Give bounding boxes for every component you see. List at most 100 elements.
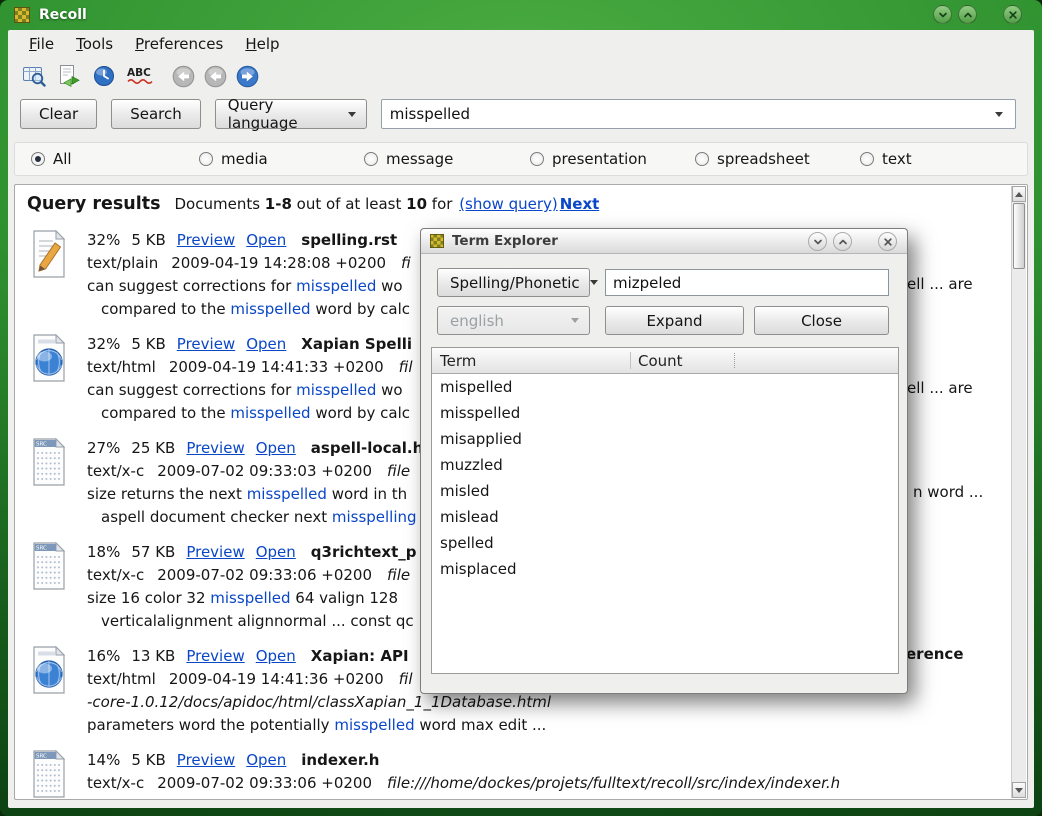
dialog-controls [808, 232, 897, 251]
snippet-text: can suggest corrections for [87, 277, 296, 295]
snippet-fragment: erence [906, 645, 964, 663]
window-title: Recoll [39, 7, 87, 23]
svg-text:SRC: SRC [36, 754, 47, 760]
term-row[interactable]: mispelled [432, 374, 898, 400]
term-row[interactable]: mislead [432, 504, 898, 530]
preview-link[interactable]: Preview [186, 439, 244, 457]
open-link[interactable]: Open [246, 335, 286, 353]
filter-radio-all[interactable]: All [31, 150, 72, 168]
chevron-down-icon [590, 280, 598, 285]
show-query-link[interactable]: (show query) [459, 195, 558, 213]
relevance-percent: 16% [87, 647, 120, 665]
filter-radio-spreadsheet[interactable]: spreadsheet [695, 150, 810, 168]
filter-radio-presentation[interactable]: presentation [530, 150, 647, 168]
close-icon[interactable] [878, 232, 897, 251]
snippet-fragment: n word ... [913, 483, 983, 501]
result-item: SRC14%5 KBPreviewOpenindexer.htext/x-c20… [27, 749, 1005, 799]
file-size: 5 KB [131, 751, 165, 769]
filter-radio-message[interactable]: message [364, 150, 453, 168]
scroll-down-button[interactable] [1012, 782, 1026, 798]
preview-link[interactable]: Preview [177, 751, 235, 769]
filter-radio-media[interactable]: media [199, 150, 268, 168]
results-scrollbar[interactable] [1011, 186, 1026, 798]
roll-down-icon[interactable] [933, 5, 952, 24]
open-link[interactable]: Open [256, 543, 296, 561]
result-meta: text/x-c2009-07-02 09:33:06 +0200file://… [87, 772, 1005, 795]
snippet-fragment: ell ... are [907, 275, 973, 293]
term-row[interactable]: muzzled [432, 452, 898, 478]
term-row[interactable]: misplaced [432, 556, 898, 582]
term-column-header[interactable]: Term [440, 348, 476, 374]
open-link[interactable]: Open [246, 751, 286, 769]
roll-up-icon[interactable] [958, 5, 977, 24]
chevron-down-icon[interactable] [995, 112, 1003, 117]
clock-icon[interactable] [92, 64, 116, 88]
open-link[interactable]: Open [256, 439, 296, 457]
search-button[interactable]: Search [111, 99, 201, 129]
term-row[interactable]: misapplied [432, 426, 898, 452]
open-link[interactable]: Open [246, 231, 286, 249]
svg-text:ABC: ABC [127, 67, 151, 79]
doc-url: file:///home/dockes/projets/fulltext/rec… [387, 774, 840, 792]
expansion-mode-combo[interactable]: Spelling/Phonetic [437, 268, 590, 297]
file-size: 5 KB [131, 231, 165, 249]
open-link[interactable]: Open [256, 647, 296, 665]
close-icon[interactable] [1003, 5, 1022, 24]
preview-link[interactable]: Preview [186, 647, 244, 665]
spellcheck-icon[interactable]: ABC [127, 64, 154, 88]
search-entry-combo[interactable] [381, 99, 1016, 129]
menu-help[interactable]: Help [236, 32, 288, 56]
file-size: 5 KB [131, 335, 165, 353]
search-query-input[interactable] [382, 105, 995, 123]
term-row[interactable]: misled [432, 478, 898, 504]
result-filename: Xapian: API [311, 647, 409, 665]
filter-label: spreadsheet [717, 150, 810, 168]
radio-icon [695, 152, 709, 166]
highlight-term: misspelled [230, 404, 310, 422]
snippet-text: aspell document checker next [101, 508, 332, 526]
term-row[interactable]: spelled [432, 530, 898, 556]
highlight-term: misspelling [332, 508, 417, 526]
back-icon [172, 65, 195, 88]
radio-icon [364, 152, 378, 166]
html-file-icon [27, 645, 73, 737]
summary-text: 1-8 [265, 195, 292, 213]
close-button[interactable]: Close [754, 306, 889, 335]
mime-type: text/plain [87, 254, 158, 272]
menu-file[interactable]: File [20, 32, 63, 56]
scroll-thumb[interactable] [1013, 203, 1025, 269]
query-mode-combo[interactable]: Query language [215, 99, 367, 129]
table-search-icon[interactable] [22, 64, 46, 88]
next-page-link[interactable]: Next [560, 195, 600, 213]
highlight-term: misspelled [247, 485, 327, 503]
doc-url: fi [401, 254, 411, 272]
clear-button[interactable]: Clear [20, 99, 97, 129]
summary-text: out of at least [292, 195, 406, 213]
doc-url: fil [399, 358, 413, 376]
window-titlebar[interactable]: Recoll [0, 0, 1042, 30]
roll-down-icon[interactable] [808, 232, 827, 251]
preview-link[interactable]: Preview [186, 543, 244, 561]
expand-button[interactable]: Expand [605, 306, 744, 335]
term-explorer-titlebar[interactable]: Term Explorer [421, 229, 907, 254]
term-cell: mispelled [440, 378, 512, 396]
term-input[interactable] [605, 269, 889, 296]
result-text: 14%5 KBPreviewOpenindexer.htext/x-c2009-… [87, 749, 1005, 799]
menu-tools[interactable]: Tools [67, 32, 122, 56]
roll-up-icon[interactable] [833, 232, 852, 251]
preview-link[interactable]: Preview [177, 335, 235, 353]
column-resize-handle[interactable] [734, 353, 735, 368]
count-column-header[interactable]: Count [638, 348, 683, 374]
snippet-text: wo [376, 381, 402, 399]
preview-link[interactable]: Preview [177, 231, 235, 249]
doc-date: 2009-04-19 14:41:36 +0200 [169, 670, 384, 688]
scroll-up-button[interactable] [1012, 186, 1026, 202]
filter-label: presentation [552, 150, 647, 168]
menu-preferences[interactable]: Preferences [126, 32, 232, 56]
filter-label: text [882, 150, 912, 168]
term-row[interactable]: misspelled [432, 400, 898, 426]
term-table-header: Term Count [432, 348, 898, 374]
reindex-icon[interactable] [57, 64, 81, 88]
forward-icon[interactable] [236, 65, 259, 88]
filter-radio-text[interactable]: text [860, 150, 912, 168]
